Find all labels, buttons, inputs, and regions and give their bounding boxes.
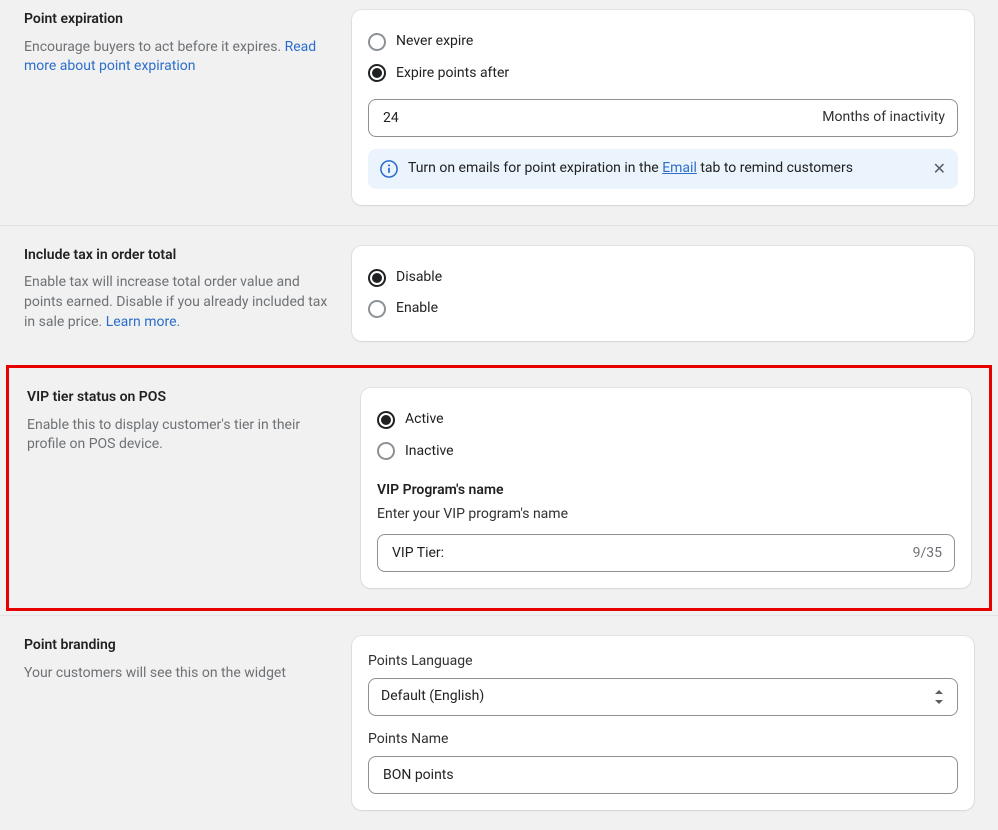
close-icon[interactable]: ✕ [933, 161, 946, 177]
section-desc: Enable tax will increase total order val… [24, 273, 328, 332]
section-title: VIP tier status on POS [27, 388, 337, 408]
section-point-branding: Point branding Your customers will see t… [0, 615, 998, 829]
vip-program-name-label: VIP Program's name [377, 481, 955, 501]
vip-program-name-input-wrap: 9/35 [377, 534, 955, 572]
radio-icon [377, 411, 395, 429]
point-expiration-card: Never expire Expire points after Months … [352, 10, 974, 205]
section-title: Point branding [24, 636, 328, 656]
point-branding-card: Points Language Default (English) Points… [352, 636, 974, 809]
radio-icon [368, 33, 386, 51]
section-desc: Your customers will see this on the widg… [24, 664, 328, 684]
points-language-label: Points Language [368, 652, 958, 672]
section-title: Point expiration [24, 10, 328, 30]
section-header: VIP tier status on POS Enable this to di… [9, 388, 361, 588]
section-include-tax: Include tax in order total Enable tax wi… [0, 225, 998, 361]
section-header: Point branding Your customers will see t… [0, 636, 352, 809]
section-point-expiration: Point expiration Encourage buyers to act… [0, 0, 998, 225]
section-vip-tier: VIP tier status on POS Enable this to di… [9, 382, 989, 594]
points-name-label: Points Name [368, 730, 958, 750]
radio-label: Never expire [396, 32, 473, 52]
radio-label: Disable [396, 268, 442, 288]
email-tab-link[interactable]: Email [662, 160, 697, 176]
section-header: Point expiration Encourage buyers to act… [0, 10, 352, 205]
info-banner: Turn on emails for point expiration in t… [368, 149, 958, 189]
radio-expire-after[interactable]: Expire points after [368, 58, 958, 90]
banner-text: Turn on emails for point expiration in t… [408, 159, 853, 179]
radio-label: Active [405, 410, 444, 430]
points-name-input-wrap [368, 756, 958, 794]
radio-icon [368, 269, 386, 287]
char-counter: 9/35 [913, 544, 942, 564]
section-desc: Enable this to display customer's tier i… [27, 416, 337, 455]
radio-vip-active[interactable]: Active [377, 404, 955, 436]
vip-program-name-input[interactable] [390, 544, 913, 562]
radio-enable-tax[interactable]: Enable [368, 293, 958, 325]
vip-program-name-help: Enter your VIP program's name [377, 505, 955, 525]
radio-icon [368, 64, 386, 82]
info-icon [380, 160, 398, 178]
section-title: Include tax in order total [24, 246, 328, 266]
radio-label: Enable [396, 299, 438, 319]
radio-icon [377, 442, 395, 460]
learn-more-link[interactable]: Learn more. [106, 314, 181, 330]
points-language-select[interactable]: Default (English) [368, 678, 958, 716]
section-desc: Encourage buyers to act before it expire… [24, 38, 328, 77]
expire-months-input-wrap: Months of inactivity [368, 99, 958, 137]
radio-label: Expire points after [396, 64, 509, 84]
radio-vip-inactive[interactable]: Inactive [377, 436, 955, 468]
input-suffix: Months of inactivity [822, 108, 945, 128]
expire-months-input[interactable] [381, 109, 822, 127]
points-name-input[interactable] [381, 766, 945, 784]
section-header: Include tax in order total Enable tax wi… [0, 246, 352, 341]
radio-icon [368, 300, 386, 318]
highlight-vip-tier: VIP tier status on POS Enable this to di… [6, 365, 992, 611]
select-value: Default (English) [381, 687, 484, 707]
radio-disable-tax[interactable]: Disable [368, 262, 958, 294]
radio-never-expire[interactable]: Never expire [368, 26, 958, 58]
vip-tier-card: Active Inactive VIP Program's name Enter… [361, 388, 971, 588]
chevron-updown-icon [933, 690, 945, 704]
include-tax-card: Disable Enable [352, 246, 974, 341]
radio-label: Inactive [405, 442, 454, 462]
